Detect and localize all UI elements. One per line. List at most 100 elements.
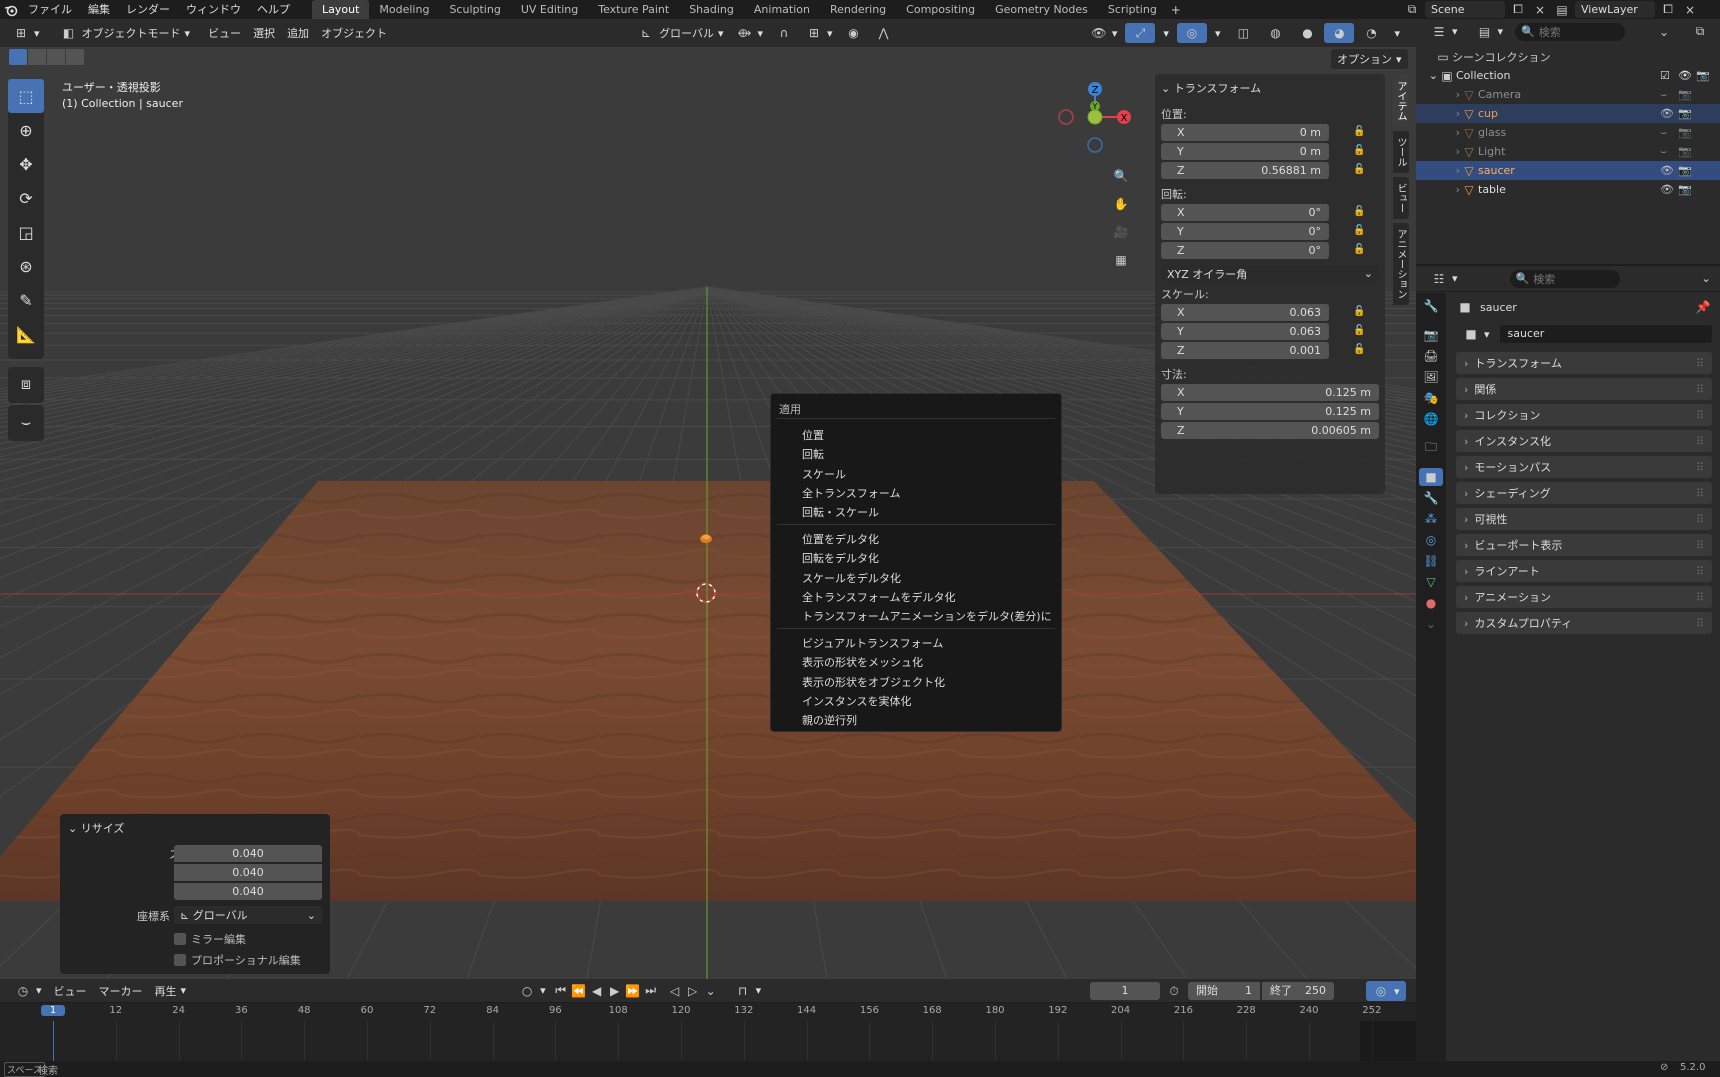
proportional-toggle[interactable]: ◉ [839, 23, 869, 43]
render-icon[interactable]: 📷 [1422, 326, 1440, 344]
tab-animation[interactable]: アニメーション [1393, 223, 1409, 305]
proportional-checkbox[interactable]: プロポーショナル編集 [174, 952, 301, 968]
eye-closed-icon[interactable]: ⌣ [1660, 126, 1667, 140]
checkbox-icon[interactable]: ☑ [1660, 69, 1670, 82]
drag-handle-icon[interactable]: ⠿ [1696, 383, 1704, 396]
particles-icon[interactable]: ⁂ [1422, 510, 1440, 528]
location-y-field[interactable]: Y 0 m [1161, 143, 1329, 160]
section-8[interactable]: › ラインアート ⠿ [1456, 560, 1712, 582]
timeline-ruler[interactable]: 1 12 24 36 48 60 72 84 96 108 120 132 144 156 168 180 19… [0, 1003, 1416, 1061]
drag-handle-icon[interactable]: ⠿ [1696, 357, 1704, 370]
more-tabs-icon[interactable]: ⌄ [1422, 615, 1440, 633]
rotation-y-field[interactable]: Y 0° [1161, 223, 1329, 240]
mode-dropdown[interactable]: ◧ オブジェクトモード ▾ [54, 23, 197, 43]
menu-item-scale-to-deltas[interactable]: スケールをデルタ化 [802, 570, 901, 586]
drag-handle-icon[interactable]: ⠿ [1696, 539, 1704, 552]
shading-rendered[interactable]: ◔ [1356, 23, 1386, 43]
collection-tab-icon[interactable]: 🗀 [1422, 439, 1440, 457]
properties-options-dropdown[interactable]: ⌄ [1696, 269, 1717, 289]
display-mode-dropdown[interactable]: ▤ ▾ [1470, 22, 1510, 42]
menu-item-parent-inverse[interactable]: 親の逆行列 [802, 712, 857, 728]
menu-file[interactable]: ファイル [20, 0, 80, 19]
scene-tab-icon[interactable]: 🎭 [1422, 389, 1440, 407]
timeline-menu-marker[interactable]: マーカー [93, 981, 149, 1001]
menu-item-visual-geometry-to-mesh[interactable]: 表示の形状をメッシュ化 [802, 654, 923, 670]
outliner-item-table[interactable]: › ▽ table 👁 📷 [1416, 180, 1720, 199]
menu-edit[interactable]: 編集 [80, 0, 118, 19]
eye-icon[interactable]: 👁 [1660, 107, 1674, 120]
menu-add[interactable]: 追加 [281, 23, 315, 43]
camera-icon[interactable]: 📷 [1678, 145, 1692, 158]
menu-item-visual-transform[interactable]: ビジュアルトランスフォーム [802, 635, 943, 651]
chevron-right-icon[interactable]: › [1416, 183, 1460, 196]
resize-scale-z-field[interactable]: 0.040 [174, 883, 322, 900]
rotation-x-field[interactable]: X 0° [1161, 204, 1329, 221]
world-icon[interactable]: 🌐 [1422, 410, 1440, 428]
menu-item-rotation[interactable]: 回転 [802, 446, 824, 462]
outliner-scene-collection[interactable]: ▭ シーンコレクション [1416, 47, 1720, 66]
jump-end-icon[interactable]: ⏭ [642, 982, 660, 1000]
section-1[interactable]: › 関係 ⠿ [1456, 378, 1712, 400]
scene-name-field[interactable]: Scene [1425, 1, 1505, 18]
scale-x-field[interactable]: X 0.063 [1161, 304, 1329, 321]
section-7[interactable]: › ビューポート表示 ⠿ [1456, 534, 1712, 556]
properties-editor-type[interactable]: ☷ ▾ [1424, 269, 1464, 289]
data-icon[interactable]: ▽ [1422, 573, 1440, 591]
overlay-toggle[interactable]: ◎ [1176, 23, 1207, 43]
drag-handle-icon[interactable]: ⠿ [1696, 409, 1704, 422]
menu-window[interactable]: ウィンドウ [178, 0, 249, 19]
camera-view-icon[interactable]: 🎥 [1110, 221, 1132, 243]
camera-icon[interactable]: 📷 [1678, 107, 1692, 120]
location-z-field[interactable]: Z 0.56881 m [1161, 162, 1329, 179]
outliner-item-camera[interactable]: › ▽ Camera ⌣ 📷 [1416, 85, 1720, 104]
dimension-y-field[interactable]: Y 0.125 m [1161, 403, 1379, 420]
move-tool[interactable]: ✥ [8, 147, 44, 181]
tool-settings-icon[interactable]: 🔧 [1422, 297, 1440, 315]
new-view-layer-icon[interactable]: ⧠ [1659, 1, 1677, 19]
next-keyframe-icon[interactable]: ⏩ [624, 982, 642, 1000]
navigation-gizmo[interactable]: Z X Y [1050, 75, 1140, 165]
drag-handle-icon[interactable]: ⠿ [1696, 487, 1704, 500]
resize-scale-y-field[interactable]: 0.040 [174, 864, 322, 881]
play-icon[interactable]: ▶ [606, 982, 624, 1000]
rotate-tool[interactable]: ⟳ [8, 181, 44, 215]
camera-icon[interactable]: 📷 [1696, 69, 1710, 82]
menu-help[interactable]: ヘルプ [249, 0, 298, 19]
rotation-mode-dropdown[interactable]: XYZ オイラー角 ⌄ [1161, 265, 1379, 282]
outliner-item-cup[interactable]: › ▽ cup 👁 📷 [1416, 104, 1720, 123]
3d-viewport[interactable]: ユーザー・透視投影 (1) Collection | saucer オプション ▾… [0, 47, 1416, 979]
eye-icon[interactable]: 👁 [1660, 183, 1674, 196]
stopwatch-icon[interactable]: ⏱ [1165, 982, 1183, 1000]
select-subtract-icon[interactable] [47, 49, 65, 65]
chevron-right-icon[interactable]: › [1416, 164, 1460, 177]
outliner-item-glass[interactable]: › ▽ glass ⌣ 📷 [1416, 123, 1720, 142]
modifiers-icon[interactable]: 🔧 [1422, 489, 1440, 507]
overlay-dropdown[interactable]: ▾ [1209, 23, 1227, 43]
lock-icon[interactable]: 🔓 [1353, 244, 1365, 256]
properties-search-field[interactable]: 🔍 検索 [1509, 269, 1620, 288]
select-extend-icon[interactable] [28, 49, 46, 65]
tab-texture-paint[interactable]: Texture Paint [588, 0, 679, 19]
annotate-tool[interactable]: ✎ [8, 283, 44, 317]
lock-icon[interactable]: 🔓 [1353, 206, 1365, 218]
menu-item-all-transforms-to-deltas[interactable]: 全トランスフォームをデルタ化 [802, 589, 955, 605]
jump-start-icon[interactable]: ⏮ [552, 982, 570, 1000]
visibility-dropdown[interactable]: 👁 ▾ [1084, 23, 1124, 43]
menu-render[interactable]: レンダー [118, 0, 178, 19]
outliner-collection[interactable]: ⌄ ▣ Collection ☑ 👁 📷 [1416, 66, 1720, 85]
chevron-down-icon[interactable]: ⌄ [1416, 69, 1438, 82]
lock-icon[interactable]: 🔓 [1353, 306, 1365, 318]
filter-dropdown[interactable]: ⌄ [1649, 22, 1679, 42]
menu-select[interactable]: 選択 [247, 23, 281, 43]
mirror-checkbox[interactable]: ミラー編集 [174, 931, 246, 947]
prev-marker-icon[interactable]: ◁ [666, 982, 684, 1000]
autokey-toggle[interactable]: ○ ▾ [512, 981, 552, 1001]
section-10[interactable]: › カスタムプロパティ ⠿ [1456, 612, 1712, 634]
menu-item-location-to-deltas[interactable]: 位置をデルタ化 [802, 531, 879, 547]
section-6[interactable]: › 可視性 ⠿ [1456, 508, 1712, 530]
tab-shading[interactable]: Shading [679, 0, 744, 19]
scale-tool[interactable]: ◲ [8, 215, 44, 249]
zoom-icon[interactable]: 🔍 [1110, 165, 1132, 187]
blender-logo-icon[interactable] [2, 1, 20, 19]
chevron-right-icon[interactable]: › [1416, 126, 1460, 139]
